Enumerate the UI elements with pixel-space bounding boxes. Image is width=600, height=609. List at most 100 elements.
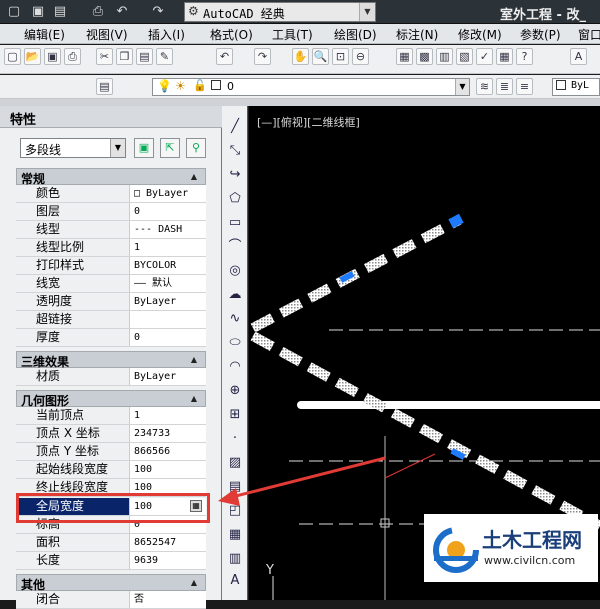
saveas-icon[interactable]: ▤ (52, 4, 68, 20)
spline-icon[interactable]: ∿ (226, 310, 244, 328)
calculator-icon[interactable]: ▦ (496, 48, 513, 65)
menu-tools[interactable]: 工具(T) (272, 26, 313, 43)
hatch-icon[interactable]: ▨ (226, 454, 244, 472)
prop-value[interactable] (132, 311, 204, 328)
prop-value[interactable]: 0 (132, 329, 204, 346)
zoom-previous-icon[interactable]: ⊖ (352, 48, 369, 65)
paste-icon[interactable]: ▤ (136, 48, 153, 65)
menu-dimension[interactable]: 标注(N) (396, 26, 438, 43)
prop-value[interactable]: □ ByLayer (132, 185, 204, 202)
construction-line-icon[interactable]: ⤡ (226, 142, 244, 160)
undo-icon[interactable]: ↶ (114, 4, 130, 20)
prop-row-vertex-x[interactable]: 顶点 X 坐标 234733 (16, 425, 206, 443)
prop-value[interactable]: 866566 (132, 443, 204, 460)
zoom-window-icon[interactable]: ⊡ (332, 48, 349, 65)
polygon-icon[interactable]: ⬠ (226, 190, 244, 208)
line-icon[interactable]: ╱ (226, 118, 244, 136)
prop-row-material[interactable]: 材质 ByLayer (16, 368, 206, 386)
print-icon[interactable]: ⎙ (90, 4, 106, 20)
prop-row-current-vertex[interactable]: 当前顶点 1 (16, 407, 206, 425)
matchprop-icon[interactable]: ✎ (156, 48, 173, 65)
save-icon[interactable]: ▣ (44, 48, 61, 65)
copy-icon[interactable]: ❐ (116, 48, 133, 65)
prop-row-color[interactable]: 颜色 □ ByLayer (16, 185, 206, 203)
menu-edit[interactable]: 编辑(E) (24, 26, 65, 43)
redo-icon[interactable]: ↷ (254, 48, 271, 65)
prop-value[interactable]: 0 (132, 203, 204, 220)
plot-icon[interactable]: ⎙ (64, 48, 81, 65)
make-block-icon[interactable]: ⊞ (226, 406, 244, 424)
arc-icon[interactable]: ⌒ (226, 238, 244, 256)
text-style-icon[interactable]: A (570, 48, 587, 65)
markup-icon[interactable]: ✓ (476, 48, 493, 65)
layer-properties-icon[interactable]: ▤ (96, 78, 113, 95)
menu-insert[interactable]: 插入(I) (148, 26, 185, 43)
table-grid-icon[interactable]: ▥ (226, 550, 244, 568)
prop-value[interactable]: 9639 (132, 552, 204, 569)
region-icon[interactable]: ◰ (226, 502, 244, 520)
ellipse-arc-icon[interactable]: ◠ (226, 358, 244, 376)
prop-row-area[interactable]: 面积 8652547 (16, 534, 206, 552)
polyline-icon[interactable]: ↪ (226, 166, 244, 184)
sheet-set-icon[interactable]: ▧ (456, 48, 473, 65)
prop-value[interactable]: 1 (132, 239, 204, 256)
prop-row-linetype[interactable]: 线型 --- DASH (16, 221, 206, 239)
insert-block-icon[interactable]: ⊕ (226, 382, 244, 400)
layer-states-icon[interactable]: ≡ (516, 78, 533, 95)
prop-value[interactable]: BYCOLOR (132, 257, 204, 274)
menu-window[interactable]: 窗口 (578, 26, 600, 43)
prop-value[interactable]: ByLayer (132, 293, 204, 310)
prop-value[interactable]: ByLayer (132, 368, 204, 385)
revision-cloud-icon[interactable]: ☁ (226, 286, 244, 304)
prop-value[interactable]: --- DASH (132, 221, 204, 238)
make-current-icon[interactable]: ≋ (476, 78, 493, 95)
qnew-icon[interactable]: ▢ (4, 48, 21, 65)
prop-value[interactable]: 234733 (132, 425, 204, 442)
open-icon[interactable]: 📂 (24, 48, 41, 65)
menu-modify[interactable]: 修改(M) (458, 26, 502, 43)
prop-value[interactable]: 100 (132, 461, 204, 478)
pan-icon[interactable]: ✋ (292, 48, 309, 65)
palette-title-bar[interactable]: 特性 (0, 106, 222, 128)
redo-icon[interactable]: ↷ (150, 4, 166, 20)
menu-format[interactable]: 格式(O) (210, 26, 253, 43)
zoom-realtime-icon[interactable]: 🔍 (312, 48, 329, 65)
layer-select[interactable]: 💡 ☀ 🔓 0 ▼ (152, 78, 470, 96)
selected-polyline[interactable] (250, 215, 462, 333)
cut-icon[interactable]: ✂ (96, 48, 113, 65)
grip-handle[interactable] (448, 213, 464, 229)
save-icon[interactable]: ▣ (30, 4, 46, 20)
prop-row-transparency[interactable]: 透明度 ByLayer (16, 293, 206, 311)
section-3d-effects[interactable]: 三维效果 ▲ (16, 351, 206, 369)
tool-palettes-icon[interactable]: ▥ (436, 48, 453, 65)
mtext-icon[interactable]: A (226, 572, 244, 590)
menu-draw[interactable]: 绘图(D) (334, 26, 377, 43)
prop-row-layer[interactable]: 图层 0 (16, 203, 206, 221)
menu-parametric[interactable]: 参数(P) (520, 26, 561, 43)
circle-icon[interactable]: ◎ (226, 262, 244, 280)
workspace-select[interactable]: ⚙ AutoCAD 经典 ▼ (184, 2, 376, 22)
quick-select-icon[interactable]: ⚲ (186, 138, 206, 158)
linetype-select[interactable]: ByL (552, 78, 600, 96)
design-center-icon[interactable]: ▩ (416, 48, 433, 65)
prop-row-thickness[interactable]: 厚度 0 (16, 329, 206, 347)
prop-row-length[interactable]: 长度 9639 (16, 552, 206, 570)
help-icon[interactable]: ? (516, 48, 533, 65)
properties-icon[interactable]: ▦ (396, 48, 413, 65)
point-icon[interactable]: · (226, 430, 244, 448)
rectangle-icon[interactable]: ▭ (226, 214, 244, 232)
prop-row-closed[interactable]: 闭合否 (16, 591, 206, 609)
prop-value[interactable]: 8652547 (132, 534, 204, 551)
menu-view[interactable]: 视图(V) (86, 26, 128, 43)
table-icon[interactable]: ▦ (226, 526, 244, 544)
gradient-icon[interactable]: ▤ (226, 478, 244, 496)
prop-row-start-width[interactable]: 起始线段宽度 100 (16, 461, 206, 479)
section-general[interactable]: 常规 ▲ (16, 168, 206, 186)
section-misc[interactable]: 其他 ▲ (16, 574, 206, 592)
prop-row-plot-style[interactable]: 打印样式 BYCOLOR (16, 257, 206, 275)
prop-row-hyperlink[interactable]: 超链接 (16, 311, 206, 329)
select-objects-icon[interactable]: ⇱ (160, 138, 180, 158)
prop-row-vertex-y[interactable]: 顶点 Y 坐标 866566 (16, 443, 206, 461)
undo-icon[interactable]: ↶ (216, 48, 233, 65)
ellipse-icon[interactable]: ⬭ (226, 334, 244, 352)
